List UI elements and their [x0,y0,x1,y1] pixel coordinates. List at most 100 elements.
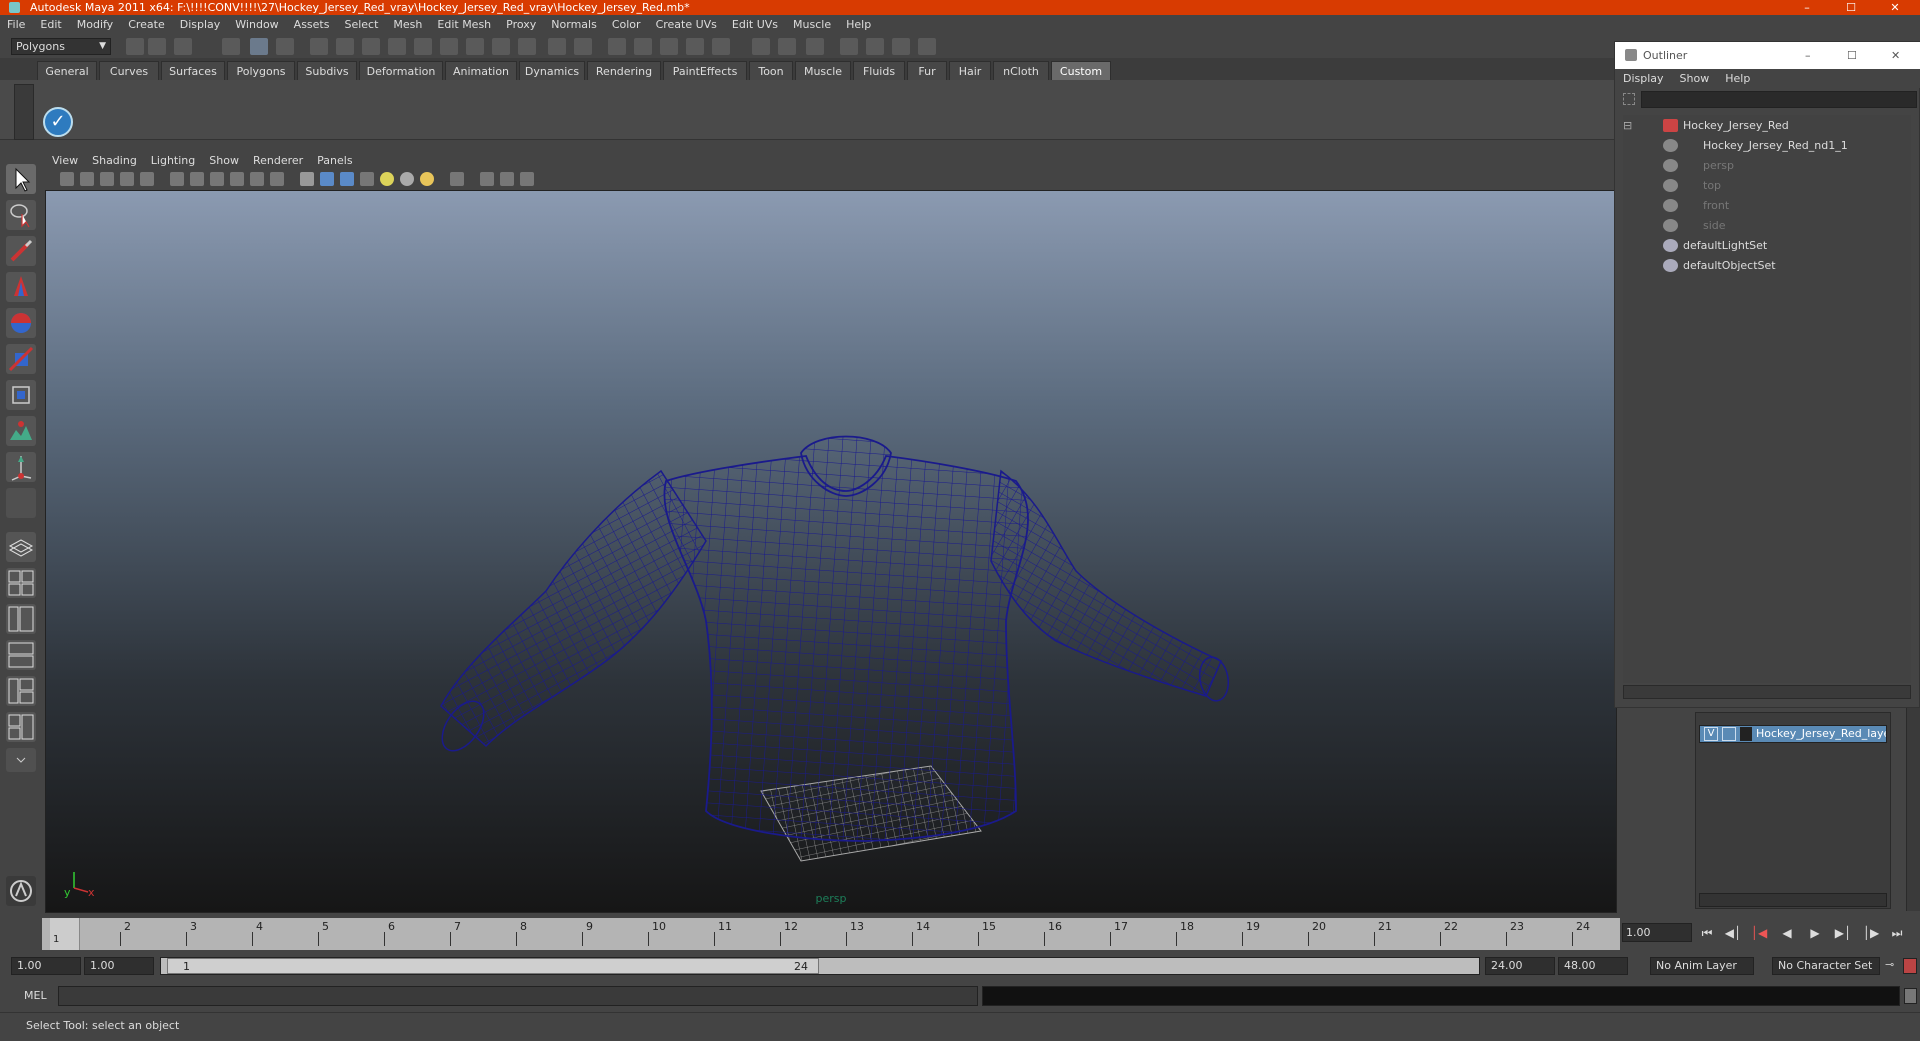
shelf-tab-fur[interactable]: Fur [907,61,947,80]
highlight-selection-icon[interactable] [574,38,592,55]
select-misc-icon[interactable] [518,38,536,55]
menu-help[interactable]: Help [839,15,879,34]
scale-tool-icon[interactable] [6,344,36,374]
shelf-tab-deformation[interactable]: Deformation [359,61,443,80]
filter-icon[interactable] [1623,93,1635,105]
save-scene-icon[interactable] [174,38,192,55]
menu-create-uvs[interactable]: Create UVs [649,15,725,34]
move-tool-icon[interactable] [6,272,36,302]
step-forward-frame-icon[interactable]: │▶ [1860,926,1882,942]
panel-menu-panels[interactable]: Panels [310,152,359,169]
camera-attributes-icon[interactable] [80,172,94,186]
current-time-marker[interactable]: 1 [50,918,80,950]
snap-view-plane-icon[interactable] [686,38,704,55]
layer-color-swatch[interactable] [1740,727,1752,741]
menu-window[interactable]: Window [228,15,286,34]
outliner-item[interactable]: Hockey_Jersey_Red_nd1_1 [1663,137,1903,154]
auto-key-icon[interactable]: ⊸ [1885,958,1899,974]
shelf-tab-surfaces[interactable]: Surfaces [161,61,225,80]
select-curves-icon[interactable] [388,38,406,55]
outliner-menu-display[interactable]: Display [1615,69,1672,88]
command-language-label[interactable]: MEL [24,989,47,1002]
show-manipulator-icon[interactable] [6,452,36,482]
animation-end-field[interactable]: 48.00 [1558,957,1628,975]
pick-mask-icon[interactable] [310,38,328,55]
safe-action-icon[interactable] [270,172,284,186]
menu-create[interactable]: Create [121,15,173,34]
default-lighting-icon[interactable] [380,172,394,186]
select-surfaces-icon[interactable] [414,38,432,55]
playback-end-field[interactable]: 24.00 [1485,957,1555,975]
outliner-maximize-button[interactable]: ☐ [1847,42,1857,69]
layer-type-toggle[interactable] [1722,727,1736,741]
shelf-tab-general[interactable]: General [37,61,97,80]
snap-point-icon[interactable] [660,38,678,55]
shadows-icon[interactable] [420,172,434,186]
menu-normals[interactable]: Normals [544,15,605,34]
shelf-tab-muscle[interactable]: Muscle [795,61,851,80]
soft-modification-icon[interactable] [6,416,36,446]
select-tool-icon[interactable] [6,164,36,194]
outliner-item[interactable]: defaultLightSet [1663,237,1903,254]
all-lights-icon[interactable] [400,172,414,186]
shelf-tab-rendering[interactable]: Rendering [587,61,661,80]
command-input[interactable] [58,986,978,1006]
menu-modify[interactable]: Modify [70,15,121,34]
display-layer-row[interactable]: V Hockey_Jersey_Red_layer [1699,725,1887,743]
close-button[interactable]: ✕ [1875,0,1915,15]
menu-muscle[interactable]: Muscle [786,15,839,34]
grid-icon[interactable] [170,172,184,186]
gate-mask-icon[interactable] [230,172,244,186]
history-output-icon[interactable] [778,38,796,55]
minimize-button[interactable]: – [1787,0,1827,15]
construction-history-icon[interactable] [806,38,824,55]
panel-menu-lighting[interactable]: Lighting [144,152,202,169]
field-chart-icon[interactable] [250,172,264,186]
shelf-tab-hair[interactable]: Hair [949,61,991,80]
last-used-tool-slot[interactable] [6,488,36,518]
custom-layout-icon[interactable] [6,712,36,742]
shelf-tab-fluids[interactable]: Fluids [853,61,905,80]
select-deformers-icon[interactable] [440,38,458,55]
time-slider[interactable]: 1234567891011121314151617181920212223241 [42,918,1620,950]
shelf-tab-painteffects[interactable]: PaintEffects [663,61,747,80]
current-frame-field[interactable]: 1.00 [1622,923,1692,942]
outliner-filter-input[interactable] [1641,91,1917,108]
shelf-tab-animation[interactable]: Animation [445,61,517,80]
menu-file[interactable]: File [0,15,33,34]
menu-color[interactable]: Color [605,15,649,34]
bookmark-icon[interactable] [100,172,114,186]
persp-outliner-layout-icon[interactable] [6,604,36,634]
panel-menu-renderer[interactable]: Renderer [246,152,310,169]
lock-selection-icon[interactable] [548,38,566,55]
outliner-menu-show[interactable]: Show [1672,69,1718,88]
step-forward-key-icon[interactable]: ▶│ [1832,926,1854,942]
shelf-tab-dynamics[interactable]: Dynamics [519,61,585,80]
snap-grid-icon[interactable] [608,38,626,55]
layer-visibility-toggle[interactable]: V [1704,727,1718,741]
open-scene-icon[interactable] [148,38,166,55]
character-set-select[interactable]: No Character Set [1772,957,1880,975]
animation-preferences-icon[interactable] [1903,958,1917,974]
select-rendering-icon[interactable] [492,38,510,55]
outliner-item[interactable]: top [1663,177,1903,194]
shelf-tab-custom[interactable]: Custom [1051,61,1111,80]
lasso-tool-icon[interactable] [6,200,36,230]
four-pane-layout-icon[interactable] [6,568,36,598]
single-pane-layout-icon[interactable] [6,532,36,562]
history-input-icon[interactable] [752,38,770,55]
checkmark-icon[interactable]: ✓ [43,107,73,137]
menu-edit-uvs[interactable]: Edit UVs [725,15,786,34]
shelf-tab-polygons[interactable]: Polygons [227,61,295,80]
collapse-toggle-icon[interactable]: ⊟ [1623,117,1639,134]
shelf-menu-handle[interactable] [14,84,34,140]
xray-joints-icon[interactable] [500,172,514,186]
shelf-tab-subdivs[interactable]: Subdivs [297,61,357,80]
viewport-settings-icon[interactable] [520,172,534,186]
paint-select-icon[interactable] [6,236,36,266]
mental-ray-icon[interactable] [6,876,36,906]
layout-options-icon[interactable] [6,748,36,772]
hypershade-layout-icon[interactable] [6,676,36,706]
maximize-button[interactable]: ☐ [1831,0,1871,15]
rotate-tool-icon[interactable] [6,308,36,338]
